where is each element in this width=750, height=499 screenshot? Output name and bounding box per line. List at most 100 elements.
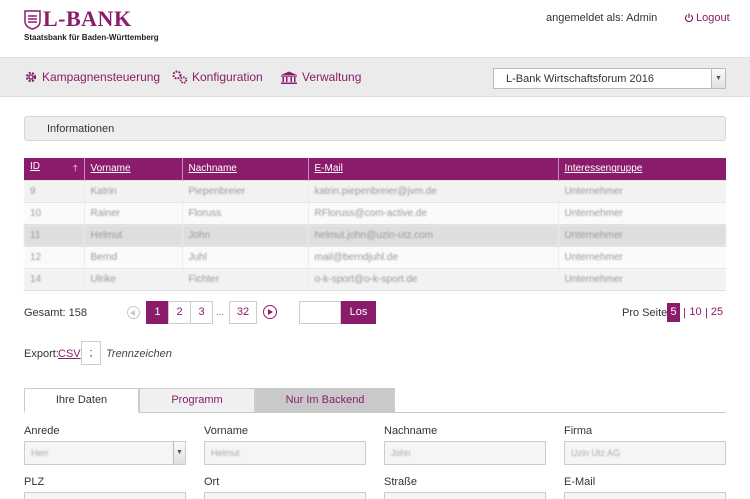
- nav-label: Kampagnensteuerung: [42, 70, 161, 84]
- cell-nachname: John: [182, 223, 309, 246]
- cell-interessengruppe: Unternehmer: [558, 201, 726, 224]
- table-row-selected[interactable]: 11 Helmut John helmut.john@uzin-utz.com …: [24, 223, 726, 246]
- participants-table: ID 🡑 Vorname Nachname E-Mail Interessengr…: [24, 158, 726, 291]
- event-select[interactable]: L-Bank Wirtschaftsforum 2016 ▼: [493, 68, 726, 89]
- column-header-email[interactable]: E-Mail: [308, 158, 559, 180]
- goto-page-input[interactable]: [299, 301, 341, 324]
- column-header-id[interactable]: ID 🡑: [24, 158, 85, 180]
- info-panel[interactable]: Informationen: [24, 116, 726, 141]
- cell-email: helmut.john@uzin-utz.com: [308, 223, 559, 246]
- logo-text: L-BANK: [43, 6, 132, 31]
- anrede-value: Herr: [31, 448, 49, 458]
- column-header-nachname[interactable]: Nachname: [182, 158, 309, 180]
- vorname-label: Vorname: [204, 425, 249, 437]
- email-label: E-Mail: [564, 476, 596, 488]
- cell-vorname: Bernd: [84, 245, 183, 268]
- crest-icon: [24, 10, 41, 30]
- table-row[interactable]: 10 Rainer Floruss RFloruss@com-active.de…: [24, 201, 726, 224]
- tab-ihre-daten[interactable]: Ihre Daten: [24, 388, 139, 413]
- nav-item-verwaltung[interactable]: Verwaltung: [280, 70, 361, 84]
- main-nav: Kampagnensteuerung Konfiguration Verwalt…: [0, 57, 750, 97]
- event-select-value: L-Bank Wirtschaftsforum 2016: [506, 73, 654, 85]
- firma-value: Uzin Utz AG: [571, 448, 621, 458]
- tab-programm[interactable]: Programm: [139, 388, 255, 413]
- logged-in-user: angemeldet als: Admin: [546, 12, 658, 24]
- nachname-value: John: [391, 448, 411, 458]
- logout-label: Logout: [696, 12, 730, 24]
- cell-nachname: Piepenbreier: [182, 179, 309, 202]
- cell-id: 12: [24, 245, 85, 268]
- building-icon: [281, 71, 297, 84]
- nav-item-konfiguration[interactable]: Konfiguration: [172, 70, 263, 84]
- cell-nachname: Fichter: [182, 267, 309, 290]
- strasse-label: Straße: [384, 476, 418, 488]
- power-icon: [684, 13, 694, 23]
- page-button-2[interactable]: 2: [168, 301, 191, 324]
- vorname-value: Helmut: [211, 448, 240, 458]
- plz-field[interactable]: [24, 492, 186, 499]
- nachname-label: Nachname: [384, 425, 438, 437]
- cell-vorname: Ulrike: [84, 267, 183, 290]
- total-count: Gesamt: 158: [24, 307, 87, 319]
- page-button-1[interactable]: 1: [146, 301, 169, 324]
- firma-label: Firma: [564, 425, 593, 437]
- gears-icon: [172, 70, 188, 84]
- export-csv-link[interactable]: CSV: [58, 348, 81, 360]
- next-page-icon[interactable]: [263, 305, 277, 319]
- header: L-BANK Staatsbank für Baden-Württemberg …: [0, 0, 750, 57]
- cell-interessengruppe: Unternehmer: [558, 267, 726, 290]
- cell-id: 10: [24, 201, 85, 224]
- ort-field[interactable]: [204, 492, 366, 499]
- column-label: ID: [30, 160, 40, 172]
- tab-nur-im-backend[interactable]: Nur Im Backend: [255, 388, 395, 413]
- per-page-option-25[interactable]: 25: [709, 303, 725, 322]
- logo-subtitle: Staatsbank für Baden-Württemberg: [24, 33, 159, 42]
- export-label: Export:: [24, 348, 59, 360]
- nav-item-kampagnensteuerung[interactable]: Kampagnensteuerung: [24, 70, 160, 84]
- email-field[interactable]: [564, 492, 726, 499]
- table-row[interactable]: 9 Katrin Piepenbreier katrin.piepenbreie…: [24, 179, 726, 202]
- cell-vorname: Rainer: [84, 201, 183, 224]
- nachname-field[interactable]: John: [384, 441, 546, 465]
- nav-label: Konfiguration: [192, 70, 263, 84]
- cell-interessengruppe: Unternehmer: [558, 223, 726, 246]
- cell-vorname: Helmut: [84, 223, 183, 246]
- cell-interessengruppe: Unternehmer: [558, 245, 726, 268]
- separator-label: Trennzeichen: [106, 348, 172, 360]
- detail-tabs: Ihre Daten Programm Nur Im Backend: [24, 388, 726, 413]
- table-row[interactable]: 12 Bernd Juhl mail@berndjuhl.de Unterneh…: [24, 245, 726, 268]
- separator-input[interactable]: ;: [81, 341, 101, 365]
- table-row[interactable]: 14 Ulrike Fichter o-k-sport@o-k-sport.de…: [24, 267, 726, 290]
- cell-interessengruppe: Unternehmer: [558, 179, 726, 202]
- column-header-vorname[interactable]: Vorname: [84, 158, 183, 180]
- anrede-select[interactable]: Herr ▼: [24, 441, 186, 465]
- column-header-interessengruppe[interactable]: Interessengruppe: [558, 158, 726, 180]
- page-ellipsis: ...: [216, 307, 225, 318]
- firma-field[interactable]: Uzin Utz AG: [564, 441, 726, 465]
- ort-label: Ort: [204, 476, 220, 488]
- page-button-last[interactable]: 32: [229, 301, 257, 324]
- cell-email: o-k-sport@o-k-sport.de: [308, 267, 559, 290]
- page-button-3[interactable]: 3: [190, 301, 213, 324]
- plz-label: PLZ: [24, 476, 45, 488]
- cell-nachname: Floruss: [182, 201, 309, 224]
- gear-icon: [25, 71, 37, 83]
- chevron-down-icon: ▼: [173, 442, 185, 464]
- per-page-option-5[interactable]: 5: [667, 303, 680, 322]
- per-page-separator: |: [705, 307, 708, 319]
- info-panel-title: Informationen: [47, 123, 115, 135]
- per-page-label: Pro Seite:: [622, 307, 671, 319]
- prev-page-icon[interactable]: [127, 306, 140, 319]
- per-page-option-10[interactable]: 10: [688, 303, 703, 322]
- per-page-separator: |: [683, 307, 686, 319]
- logout-link[interactable]: Logout: [684, 12, 730, 24]
- table-header-row: ID 🡑 Vorname Nachname E-Mail Interessengr…: [24, 158, 726, 180]
- anrede-label: Anrede: [24, 425, 60, 437]
- cell-email: RFloruss@com-active.de: [308, 201, 559, 224]
- cell-nachname: Juhl: [182, 245, 309, 268]
- goto-page-button[interactable]: Los: [341, 301, 376, 324]
- vorname-field[interactable]: Helmut: [204, 441, 366, 465]
- cell-id: 11: [24, 223, 85, 246]
- strasse-field[interactable]: [384, 492, 546, 499]
- nav-label: Verwaltung: [302, 70, 362, 84]
